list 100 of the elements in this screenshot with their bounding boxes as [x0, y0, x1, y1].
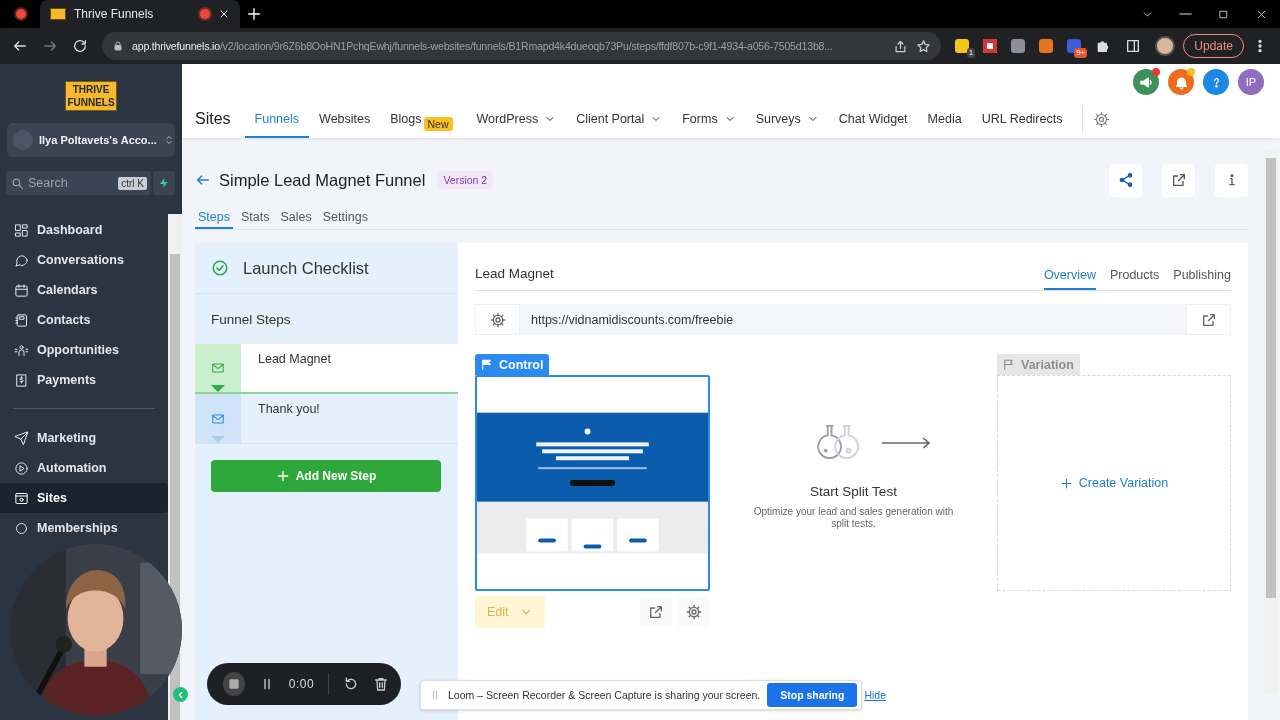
calendar-icon — [14, 282, 29, 298]
logo: THRIVE FUNNELS — [65, 81, 117, 111]
plus-icon — [1059, 476, 1073, 490]
tab[interactable]: Publishing — [1173, 268, 1231, 290]
page-url: https://vidnamidiscounts.com/freebie — [530, 312, 735, 327]
plus-icon — [246, 6, 262, 22]
tab[interactable]: Steps — [195, 210, 233, 229]
tab[interactable]: Sales — [277, 210, 315, 229]
announcements-button[interactable] — [1133, 69, 1159, 95]
sidebar-item[interactable]: Conversations — [0, 245, 168, 275]
share-icon — [1117, 172, 1134, 188]
nav-tab[interactable]: Client Portal — [566, 100, 673, 138]
profile-button[interactable]: IP — [1238, 69, 1264, 95]
funnel-step[interactable]: Lead Magnet — [195, 344, 458, 394]
nav-tab[interactable]: URL Redirects — [971, 100, 1073, 138]
tab[interactable]: Overview — [1043, 268, 1096, 290]
sidebar-item[interactable]: Automation — [0, 453, 168, 483]
nav-tab[interactable]: Funnels — [244, 100, 310, 138]
browser-tab[interactable]: Thrive Funnels — [40, 0, 240, 28]
shortcut-key: ctrl K — [118, 176, 147, 190]
bookmark-star-icon — [916, 38, 932, 54]
settings-icon — [686, 604, 702, 620]
account-switcher[interactable]: Ilya Poltavets's Acco... — [7, 123, 175, 157]
hide-link[interactable]: Hide — [864, 689, 887, 701]
sidebar-item[interactable]: Opportunities — [0, 335, 168, 365]
open-button[interactable] — [640, 597, 672, 627]
sidebar-item[interactable]: Contacts — [0, 305, 168, 335]
avatar-icon[interactable] — [1155, 36, 1176, 56]
tag-label: Control — [499, 357, 544, 372]
sidebar-item[interactable]: Payments — [0, 365, 168, 395]
receipt-icon — [14, 372, 29, 388]
restart-button[interactable] — [343, 676, 359, 692]
close-icon — [218, 8, 230, 20]
chat-bubble-icon — [14, 252, 29, 268]
delete-button[interactable] — [373, 676, 389, 692]
split-test-description: Optimize your lead and sales generation with split tests. — [752, 506, 955, 530]
side-panel-icon — [1125, 38, 1142, 54]
funnel-step[interactable]: Thank you! — [195, 394, 458, 444]
extension-button[interactable]: 1 — [949, 32, 976, 60]
nav-tab[interactable]: WordPress — [466, 100, 567, 138]
tab[interactable]: Products — [1109, 268, 1160, 290]
arrow-icon — [880, 437, 931, 449]
new-tag: New — [423, 117, 453, 131]
open-button[interactable] — [1162, 163, 1195, 197]
circle-icon — [14, 520, 29, 536]
recording-icon — [16, 9, 26, 19]
grid-icon — [14, 222, 29, 238]
contact-book-icon — [14, 312, 29, 328]
reload-icon — [72, 38, 88, 54]
extension-button[interactable]: 9+ — [1061, 32, 1088, 60]
plus-icon — [275, 469, 290, 483]
address-field[interactable]: app.thrivefunnels.io/v2/location/9r6Z6b8OoHN1PchqEwhj/funnels-websites/funnels/B1Rmapd4k4dueoqb73Pu/steps/ffdf807b-c9f1-4934-a056-7505d13b8... — [102, 32, 942, 60]
sharing-message: Loom – Screen Recorder & Screen Capture is sharing your screen. — [448, 689, 761, 701]
create-variation-link[interactable]: Create Variation — [1059, 476, 1169, 490]
stop-button[interactable] — [223, 672, 245, 696]
external-link-icon — [1170, 172, 1187, 188]
quick-action-button[interactable] — [153, 171, 175, 195]
sidebar-item[interactable]: Dashboard — [0, 215, 168, 245]
nav-tab[interactable]: Chat Widget — [828, 100, 918, 138]
back-button[interactable] — [195, 172, 211, 188]
tab[interactable]: Stats — [237, 210, 273, 229]
share-button[interactable] — [1109, 163, 1142, 197]
sidebar-item[interactable]: Sites — [0, 483, 168, 513]
nav-tab[interactable]: Forms — [672, 100, 746, 138]
play-circle-icon — [14, 460, 29, 476]
stop-sharing-button[interactable]: Stop sharing — [767, 683, 858, 707]
settings-button[interactable] — [678, 597, 710, 627]
nav-tab[interactable]: Websites — [309, 100, 381, 138]
sidebar-item[interactable]: Marketing — [0, 423, 168, 453]
logo-icon — [50, 8, 66, 20]
tag-label: Variation — [1021, 357, 1074, 372]
trash-icon — [373, 676, 389, 692]
sidebar-item[interactable]: Calendars — [0, 275, 168, 305]
settings-icon — [489, 311, 506, 328]
search-bar[interactable]: Search ctrl K — [6, 171, 151, 195]
extension-badge: 1 — [966, 48, 976, 58]
settings-button[interactable] — [1093, 110, 1111, 128]
extension-badge: 9+ — [1074, 48, 1088, 58]
restart-icon — [343, 676, 359, 692]
open-button[interactable] — [1186, 304, 1231, 335]
external-link-icon — [1200, 311, 1217, 328]
flag-icon — [480, 358, 493, 371]
notifications-button[interactable] — [1168, 69, 1194, 95]
help-button[interactable] — [1203, 69, 1229, 95]
bell-icon — [1173, 74, 1189, 90]
sidebar-item[interactable]: Memberships — [0, 513, 168, 543]
step-title: Lead Magnet — [475, 266, 554, 283]
nav-tab[interactable]: Media — [917, 100, 972, 138]
paper-plane-icon — [14, 430, 29, 446]
settings-icon — [1093, 110, 1111, 128]
forward-icon — [42, 38, 58, 54]
browser-window-icon — [14, 490, 29, 506]
scrollbar[interactable] — [1264, 150, 1278, 694]
funnel-title: Simple Lead Magnet Funnel — [219, 170, 426, 190]
timer: 0:00 — [288, 677, 315, 691]
tab[interactable]: Settings — [319, 210, 371, 229]
external-link-icon — [648, 604, 664, 620]
search-field[interactable]: Search — [28, 176, 115, 190]
back-arrow-icon — [195, 172, 211, 188]
nav-tab[interactable]: Surveys — [745, 100, 829, 138]
